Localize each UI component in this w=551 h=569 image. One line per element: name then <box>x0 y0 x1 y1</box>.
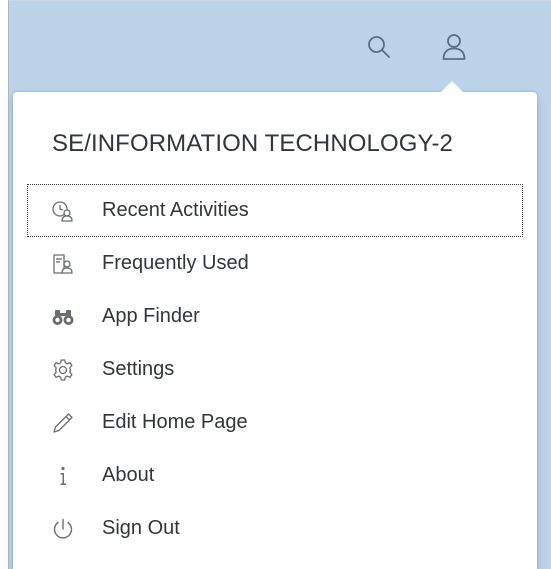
frequently-used-icon <box>49 250 77 278</box>
user-menu-list: Recent Activities Frequently Used App Fi… <box>27 184 523 555</box>
popover-arrow <box>440 81 464 93</box>
user-menu-popover: SE/INFORMATION TECHNOLOGY-2 Recent Activ… <box>13 81 537 569</box>
screen: SE/INFORMATION TECHNOLOGY-2 Recent Activ… <box>0 0 551 569</box>
menu-item-settings[interactable]: Settings <box>27 343 523 396</box>
menu-item-about[interactable]: About <box>27 449 523 502</box>
menu-item-app-finder[interactable]: App Finder <box>27 290 523 343</box>
menu-item-sign-out[interactable]: Sign Out <box>27 502 523 555</box>
pencil-icon <box>49 409 77 437</box>
gear-icon <box>49 356 77 384</box>
menu-item-label: Recent Activities <box>102 199 249 221</box>
menu-item-label: Sign Out <box>102 517 180 539</box>
menu-item-label: About <box>102 464 155 486</box>
person-icon <box>441 33 467 61</box>
menu-item-recent-activities[interactable]: Recent Activities <box>27 184 523 237</box>
binoculars-icon <box>49 303 77 331</box>
search-icon <box>366 34 392 60</box>
menu-item-label: Edit Home Page <box>102 411 248 433</box>
info-icon <box>49 462 77 490</box>
search-button[interactable] <box>359 27 399 67</box>
user-menu-button[interactable] <box>434 27 474 67</box>
menu-item-label: App Finder <box>102 305 200 327</box>
menu-item-label: Settings <box>102 358 175 380</box>
power-icon <box>49 515 77 543</box>
menu-item-frequently-used[interactable]: Frequently Used <box>27 237 523 290</box>
recent-activities-icon <box>49 197 77 225</box>
menu-item-label: Frequently Used <box>102 252 249 274</box>
menu-item-edit-home-page[interactable]: Edit Home Page <box>27 396 523 449</box>
user-menu-title: SE/INFORMATION TECHNOLOGY-2 <box>52 130 453 157</box>
